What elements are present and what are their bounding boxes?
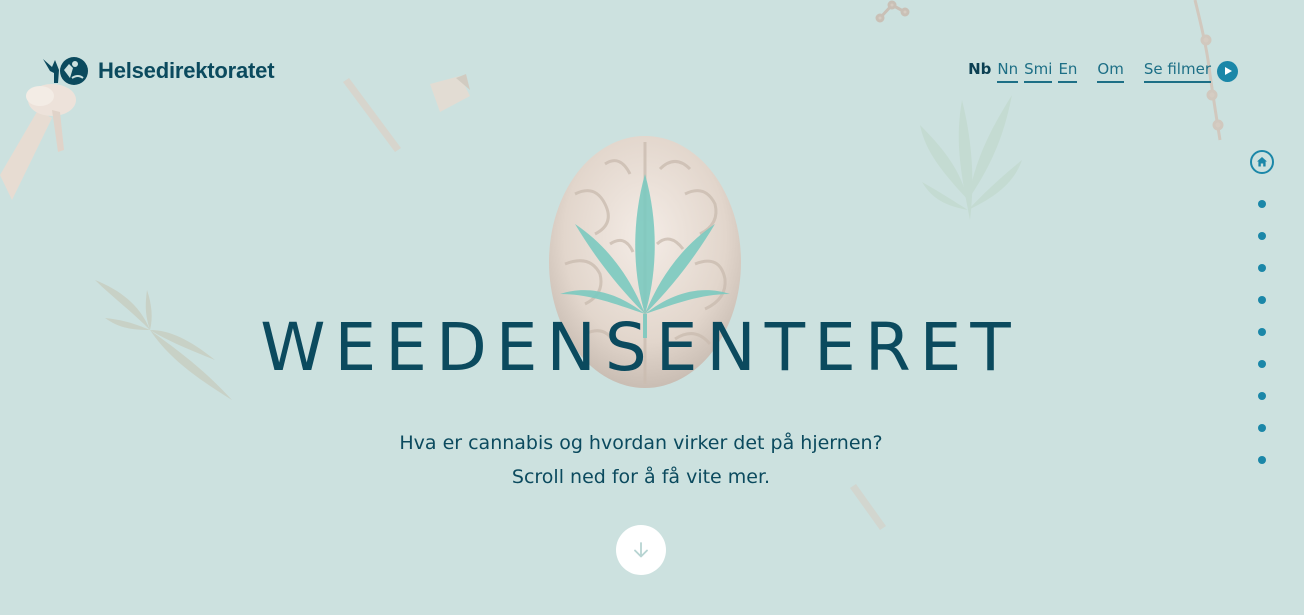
- watch-films-link[interactable]: Se filmer: [1143, 60, 1238, 83]
- page: Helsedirektoratet Nb Nn Smi En Om Se fil…: [0, 0, 1304, 615]
- brand-name: Helsedirektoratet: [98, 58, 275, 83]
- hero-subtitle-line-2: Scroll ned for å få vite mer.: [511, 466, 771, 488]
- cannabis-leaf-illustration: [920, 95, 1022, 220]
- section-nav-dot[interactable]: [1258, 200, 1266, 208]
- about-link[interactable]: Om: [1097, 60, 1124, 83]
- scroll-down-button[interactable]: [616, 525, 666, 575]
- section-nav-home[interactable]: [1250, 150, 1274, 174]
- molecule-illustration: [875, 0, 910, 23]
- watch-films-label: Se filmer: [1143, 60, 1211, 83]
- hero-subtitle-line-1: Hva er cannabis og hvordan virker det på…: [399, 432, 883, 454]
- home-icon: [1257, 157, 1267, 167]
- language-option-en[interactable]: En: [1058, 60, 1078, 83]
- flask-illustration: [430, 74, 470, 112]
- language-option-smi[interactable]: Smi: [1024, 60, 1053, 83]
- language-switcher: Nb Nn Smi En: [968, 60, 1078, 83]
- hero-title: WEEDENSENTERET: [260, 309, 1020, 386]
- hero-subtitle: Hva er cannabis og hvordan virker det på…: [0, 426, 1282, 494]
- pestle-illustration: [0, 84, 76, 200]
- section-nav-dot[interactable]: [1258, 264, 1266, 272]
- helsedirektoratet-logo-icon: [43, 57, 88, 85]
- language-option-nn[interactable]: Nn: [997, 60, 1019, 83]
- brand-logo-link[interactable]: Helsedirektoratet: [42, 56, 275, 86]
- play-icon: [1217, 61, 1238, 82]
- arrow-down-icon: [634, 542, 648, 558]
- language-option-nb[interactable]: Nb: [968, 60, 991, 83]
- top-navigation: Nb Nn Smi En Om Se filmer: [968, 60, 1238, 83]
- test-tube-illustration: [343, 78, 401, 152]
- section-nav-dot[interactable]: [1258, 296, 1266, 304]
- section-nav-dot[interactable]: [1258, 232, 1266, 240]
- section-nav-dot[interactable]: [1258, 392, 1266, 400]
